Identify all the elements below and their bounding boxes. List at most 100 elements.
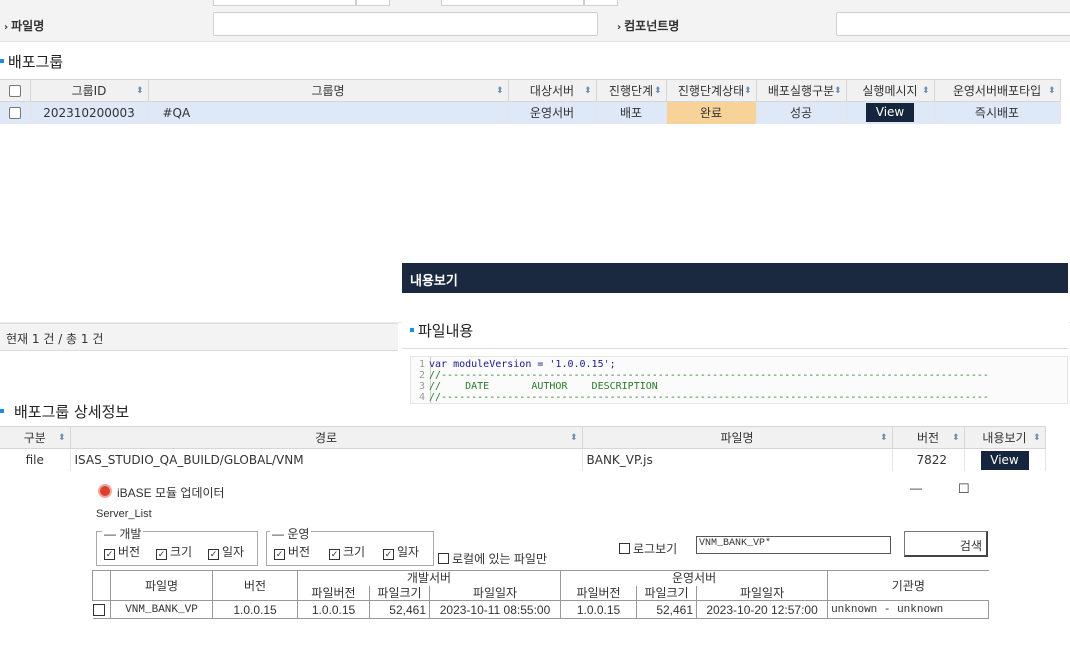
module-table: 파일명 버전 개발서버 운영서버 기관명 파일버전 파일크기 파일일자 파일버전… — [92, 570, 990, 619]
cell-stage-status: 완료 — [666, 101, 757, 124]
code-line: 3// DATE AUTHOR DESCRIPTION — [418, 381, 658, 392]
col-ops-file-version: 파일버전 — [560, 585, 637, 601]
server-list-label: Server_List — [96, 508, 152, 520]
cell-deploy-type: 즉시배포 — [934, 101, 1061, 124]
col-type[interactable]: 구분 ⬍ — [0, 426, 71, 449]
file-name-label: › 파일명 — [4, 19, 45, 33]
code-line: 4//-------------------------------------… — [418, 392, 989, 403]
table-row[interactable]: VNM_BANK_VP 1.0.0.15 1.0.0.15 52,461 202… — [92, 600, 990, 619]
row-checkbox[interactable] — [92, 604, 105, 617]
col-ops-file-size: 파일크기 — [636, 585, 697, 601]
col-version[interactable]: 버전 ⬍ — [892, 426, 965, 449]
search-button[interactable]: 검색 — [904, 531, 988, 557]
table-row[interactable]: 202310200003 #QA 운영서버 배포 완료 성공 View 즉시배포 — [0, 101, 1061, 124]
code-line: 1 var moduleVersion = '1.0.0.15'; — [418, 359, 616, 370]
minimize-button[interactable]: — — [910, 481, 922, 495]
log-view-checkbox[interactable]: 로그보기 — [619, 540, 677, 557]
ops-size-checkbox[interactable]: ✓ 크기 — [329, 543, 365, 560]
dev-size-checkbox[interactable]: ✓ 크기 — [156, 543, 192, 560]
cell-stage: 배포 — [596, 101, 667, 124]
check-icon: ✓ — [274, 549, 285, 560]
chevron-right-icon: › — [4, 22, 9, 33]
content-view-button[interactable]: View — [980, 451, 1029, 471]
sort-icon[interactable]: ⬍ — [496, 86, 504, 96]
deploy-group-title: 배포그룹 — [0, 51, 63, 72]
sort-icon[interactable]: ⬍ — [922, 86, 930, 96]
deploy-detail-table: 구분 ⬍ 경로 ⬍ 파일명 ⬍ 버전 ⬍ 내용보기 ⬍ file ISAS_STUDIO_… — [0, 426, 1046, 471]
dev-version-checkbox[interactable]: ✓ 버전 — [104, 543, 140, 560]
search-stub-field[interactable] — [213, 0, 356, 6]
dev-date-checkbox[interactable]: ✓ 일자 — [208, 543, 244, 560]
sort-icon[interactable]: ⬍ — [654, 86, 662, 96]
local-only-checkbox[interactable]: 로컬에 있는 파일만 — [438, 550, 547, 567]
col-group-name[interactable]: 그룹명 ⬍ — [148, 79, 509, 102]
ops-version-checkbox[interactable]: ✓ 버전 — [274, 543, 310, 560]
maximize-button[interactable]: ☐ — [958, 481, 970, 497]
sort-icon[interactable]: ⬍ — [584, 86, 592, 96]
component-name-input[interactable] — [836, 12, 1070, 36]
file-content-title: 파일내용 — [410, 320, 473, 341]
cell-group-id: 202310200003 — [30, 101, 149, 124]
bullet-icon — [0, 58, 4, 63]
col-path[interactable]: 경로 ⬍ — [70, 426, 583, 449]
sort-icon[interactable]: ⬍ — [136, 86, 144, 96]
col-stage[interactable]: 진행단계 ⬍ — [596, 79, 667, 102]
col-dev-file-version: 파일버전 — [297, 585, 370, 601]
col-stage-status[interactable]: 진행단계상태 ⬍ — [666, 79, 757, 102]
sort-icon[interactable]: ⬍ — [952, 433, 960, 443]
sort-icon[interactable]: ⬍ — [880, 433, 888, 443]
col-deploy-type[interactable]: 운영서버배포타입 ⬍ — [934, 79, 1061, 102]
check-icon: ✓ — [329, 549, 340, 560]
row-checkbox[interactable] — [8, 107, 21, 120]
ops-date-checkbox[interactable]: ✓ 일자 — [383, 543, 419, 560]
cell-target-server: 운영서버 — [508, 101, 597, 124]
sort-icon[interactable]: ⬍ — [58, 433, 66, 443]
dev-legend: — 개발 — [102, 525, 144, 542]
code-editor[interactable]: 1 var moduleVersion = '1.0.0.15'; 2//----… — [410, 356, 1068, 404]
content-view-header[interactable]: 내용보기 — [402, 263, 1068, 293]
chevron-right-icon: › — [617, 22, 622, 33]
cell-path: ISAS_STUDIO_QA_BUILD/GLOBAL/VNM — [70, 448, 583, 471]
search-stub-button-2[interactable] — [584, 0, 618, 6]
cell-version: 7822 — [892, 448, 965, 471]
bullet-icon — [0, 408, 4, 413]
sort-icon[interactable]: ⬍ — [1033, 433, 1041, 443]
col-dev-file-date: 파일일자 — [428, 585, 561, 601]
deploy-group-table: 그룹ID ⬍ 그룹명 ⬍ 대상서버 ⬍ 진행단계 ⬍ 진행단계상태 ⬍ 배포실행구분 ⬍ 실… — [0, 79, 1061, 124]
col-target-server[interactable]: 대상서버 ⬍ — [508, 79, 597, 102]
check-icon: ✓ — [156, 549, 167, 560]
message-view-button[interactable]: View — [866, 103, 914, 123]
file-name-input[interactable] — [213, 12, 598, 36]
bullet-icon — [410, 327, 414, 332]
sort-icon[interactable]: ⬍ — [1048, 86, 1056, 96]
module-search-input[interactable]: VNM_BANK_VP* — [696, 536, 891, 554]
component-name-label: › 컴포넌트명 — [617, 19, 680, 33]
sort-icon[interactable]: ⬍ — [834, 86, 842, 96]
col-exec-type[interactable]: 배포실행구분 ⬍ — [756, 79, 847, 102]
sort-icon[interactable]: ⬍ — [570, 433, 578, 443]
cell-view: View — [964, 448, 1046, 471]
sort-icon[interactable]: ⬍ — [744, 86, 752, 96]
table-row[interactable]: file ISAS_STUDIO_QA_BUILD/GLOBAL/VNM BAN… — [0, 448, 1046, 471]
check-icon: ✓ — [104, 549, 115, 560]
row-checkbox-cell[interactable] — [0, 101, 31, 124]
record-count: 현재 1 건 / 총 1 건 — [0, 323, 398, 351]
col-exec-message[interactable]: 실행메시지 ⬍ — [846, 79, 935, 102]
col-dev-file-size: 파일크기 — [369, 585, 430, 601]
app-logo-icon — [98, 484, 112, 498]
search-stub-button[interactable] — [356, 0, 390, 6]
divider — [402, 348, 1068, 349]
cell-group-name: #QA — [148, 101, 509, 124]
col-group-id[interactable]: 그룹ID ⬍ — [30, 79, 149, 102]
updater-title: iBASE 모듈 업데이터 — [117, 486, 225, 500]
check-icon: ✓ — [383, 549, 394, 560]
select-all-checkbox[interactable] — [8, 85, 21, 97]
col-module-version: 버전 — [212, 570, 298, 601]
col-view[interactable]: 내용보기 ⬍ — [964, 426, 1046, 449]
select-all-header[interactable] — [0, 79, 31, 102]
cell-exec-message: View — [846, 101, 935, 124]
ops-legend: — 운영 — [270, 525, 312, 542]
col-filename[interactable]: 파일명 ⬍ — [582, 426, 893, 449]
search-stub-field-2[interactable] — [441, 0, 584, 6]
col-ops-file-date: 파일일자 — [696, 585, 828, 601]
